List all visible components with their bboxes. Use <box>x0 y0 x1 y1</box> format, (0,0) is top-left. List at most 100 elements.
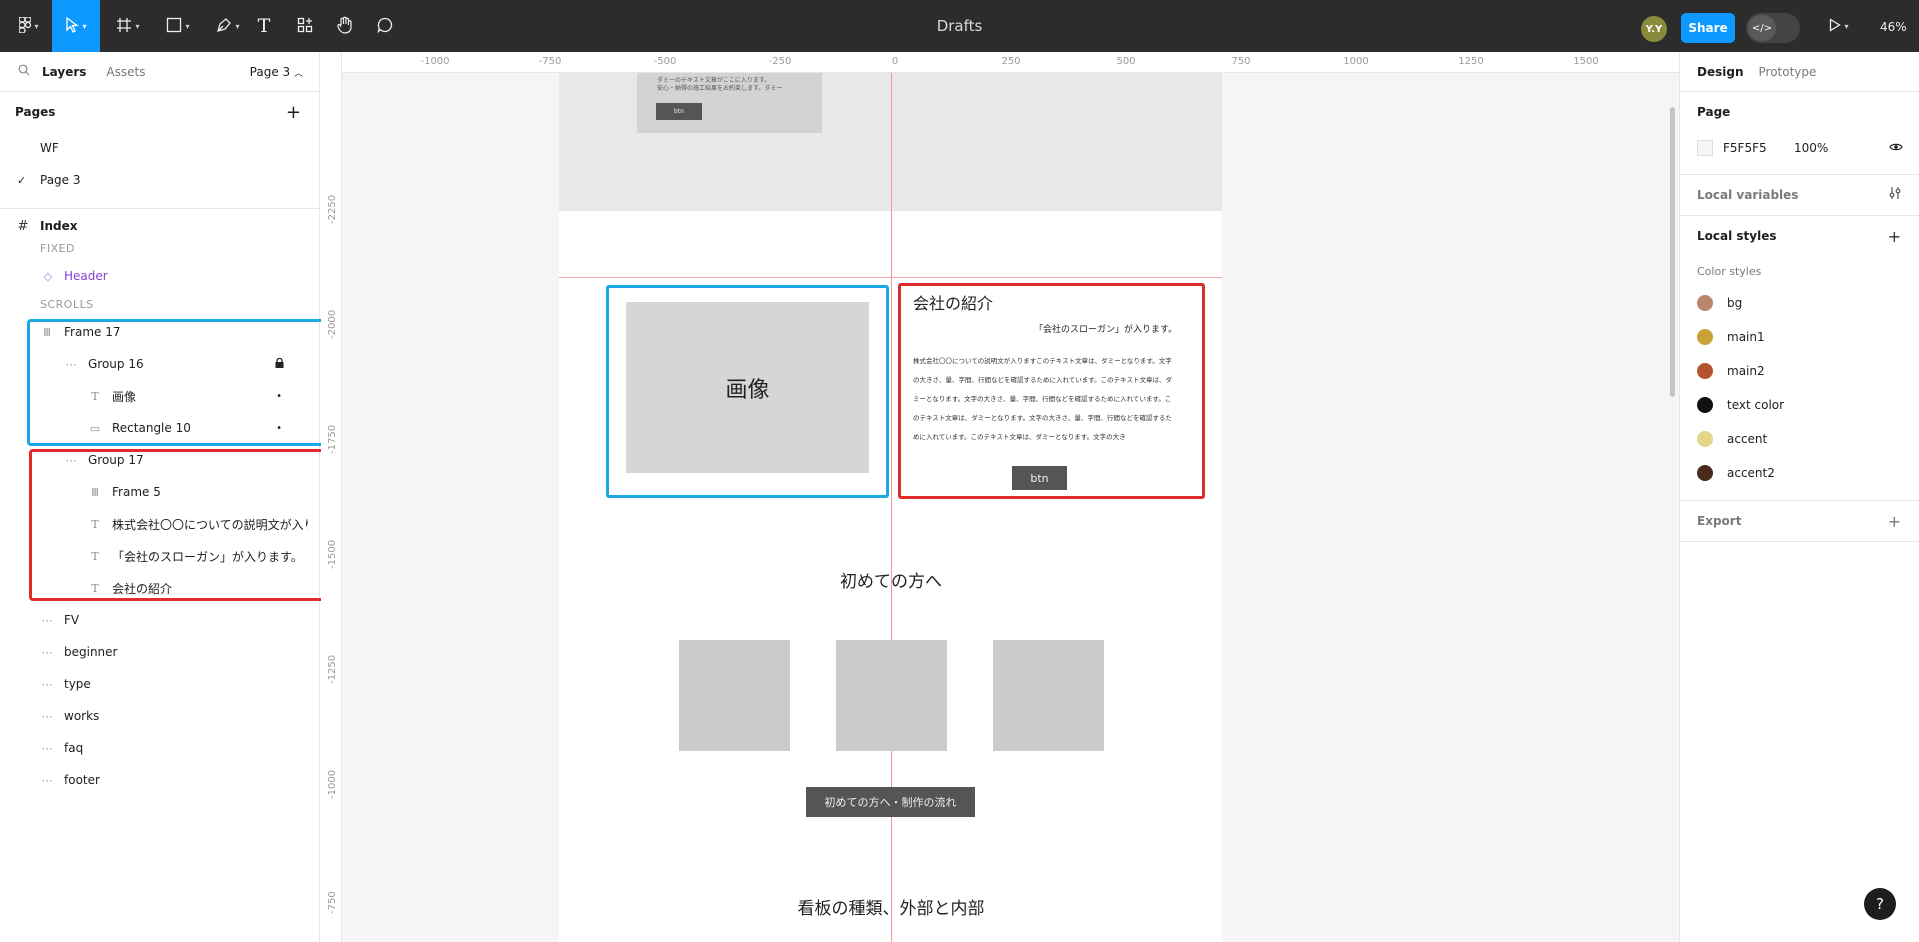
tab-layers[interactable]: Layers <box>42 65 86 79</box>
layer-fv[interactable]: ⋯ FV <box>0 604 320 636</box>
text-tool-button[interactable]: T <box>252 6 276 46</box>
export-row[interactable]: Export + <box>1680 501 1919 541</box>
beginner-card[interactable] <box>993 640 1104 751</box>
beginner-title[interactable]: 初めての方へ <box>738 567 1044 592</box>
zoom-level[interactable]: 46% <box>1880 20 1907 34</box>
tab-assets[interactable]: Assets <box>106 65 145 79</box>
page-opacity[interactable]: 100% <box>1794 141 1828 155</box>
color-style-item[interactable]: main2 <box>1680 354 1919 388</box>
color-style-item[interactable]: accent <box>1680 422 1919 456</box>
search-icon[interactable] <box>18 64 30 79</box>
canvas[interactable]: ダミーのテキスト文章がここに入ります。 安心・納得の施工結果をお約束します。ダミ… <box>321 52 1679 942</box>
pages-title: Pages <box>15 105 56 119</box>
pen-tool-button[interactable]: ▾ <box>208 6 248 46</box>
add-export-icon[interactable]: + <box>1888 512 1901 531</box>
ruler-x-label: -500 <box>653 56 677 67</box>
ruler-x-label: 500 <box>1116 56 1136 67</box>
sliders-icon[interactable] <box>1889 186 1901 204</box>
tab-prototype[interactable]: Prototype <box>1759 65 1817 79</box>
dev-mode-toggle[interactable]: </> <box>1746 13 1800 43</box>
add-page-icon[interactable]: + <box>286 102 301 123</box>
page-item-page3[interactable]: ✓ Page 3 <box>0 164 319 196</box>
eye-icon[interactable] <box>1889 141 1903 155</box>
page-section-title: Page <box>1697 105 1731 119</box>
tab-design[interactable]: Design <box>1697 65 1744 79</box>
chevron-down-icon: ▾ <box>34 21 39 31</box>
component-instance-icon: ◇ <box>43 269 53 283</box>
annotation-box-red <box>29 449 335 601</box>
beginner-card[interactable] <box>679 640 790 751</box>
page-picker[interactable]: Page 3 ︿ <box>250 65 303 79</box>
color-style-name: text color <box>1727 398 1785 412</box>
ruler-x-label: -1000 <box>420 56 450 67</box>
color-styles-label: Color styles <box>1697 264 1762 278</box>
add-style-icon[interactable]: + <box>1888 227 1901 246</box>
layer-header[interactable]: ◇ Header <box>0 260 320 292</box>
layer-type[interactable]: ⋯ type <box>0 668 320 700</box>
layer-faq[interactable]: ⋯ faq <box>0 732 320 764</box>
ruler-x-label: 1000 <box>1343 56 1369 67</box>
chevron-down-icon: ▾ <box>135 21 140 31</box>
frame-icon: # <box>17 218 29 234</box>
layer-works[interactable]: ⋯ works <box>0 700 320 732</box>
layer-footer[interactable]: ⋯ footer <box>0 764 320 796</box>
toolbar: ▾ ▾ ▾ ▾ ▾ T Drafts Y.Y Share </> ▾ 46% <box>0 0 1919 52</box>
text-icon: T <box>257 15 271 37</box>
document-title[interactable]: Drafts <box>0 17 1919 35</box>
fv-card[interactable]: ダミーのテキスト文章がここに入ります。 安心・納得の施工結果をお約束します。ダミ… <box>637 73 822 133</box>
local-styles-row: Local styles + <box>1680 216 1919 256</box>
beginner-card[interactable] <box>836 640 947 751</box>
local-styles-label: Local styles <box>1697 229 1777 243</box>
help-button[interactable]: ? <box>1864 888 1896 920</box>
ruler-y-label: -2250 <box>327 194 338 224</box>
ruler-x-label: 0 <box>891 56 899 67</box>
layer-name: footer <box>64 773 100 787</box>
page-name: WF <box>40 141 59 155</box>
color-style-item[interactable]: main1 <box>1680 320 1919 354</box>
ruler-horizontal: -1000 -750 -500 -250 0 250 500 750 1000 1250 1500 <box>321 52 1679 73</box>
move-tool-button[interactable]: ▾ <box>52 0 100 52</box>
layer-name: FV <box>64 613 80 627</box>
present-button[interactable]: ▾ <box>1822 6 1856 46</box>
ruler-x-label: 750 <box>1231 56 1251 67</box>
color-swatch <box>1697 431 1713 447</box>
scrollbar[interactable] <box>1670 107 1675 397</box>
local-variables-row[interactable]: Local variables <box>1680 175 1919 215</box>
color-style-item[interactable]: bg <box>1680 286 1919 320</box>
layer-index[interactable]: # Index <box>0 210 320 242</box>
comment-tool-button[interactable] <box>372 6 398 46</box>
page-fill-row[interactable]: F5F5F5 100% <box>1680 132 1919 164</box>
hand-tool-button[interactable] <box>332 6 358 46</box>
type-title[interactable]: 看板の種類、外部と内部 <box>738 894 1044 919</box>
ruler-y-label: -750 <box>327 891 338 914</box>
color-style-item[interactable]: text color <box>1680 388 1919 422</box>
fv-button[interactable]: btn <box>656 103 702 120</box>
layer-name: Header <box>64 269 108 283</box>
divider <box>0 208 319 209</box>
share-button[interactable]: Share <box>1681 13 1735 43</box>
color-style-item[interactable]: accent2 <box>1680 456 1919 490</box>
avatar[interactable]: Y.Y <box>1641 16 1667 42</box>
page-section: Page F5F5F5 100% <box>1680 92 1919 175</box>
frame-tool-button[interactable]: ▾ <box>108 6 148 46</box>
layer-name: faq <box>64 741 84 755</box>
layer-beginner[interactable]: ⋯ beginner <box>0 636 320 668</box>
main-menu-button[interactable]: ▾ <box>12 6 46 46</box>
ruler-y-label: -1250 <box>327 654 338 684</box>
page-color-swatch[interactable] <box>1697 140 1713 156</box>
layer-name: beginner <box>64 645 118 659</box>
beginner-button[interactable]: 初めての方へ・制作の流れ <box>806 787 975 817</box>
scrolls-label: SCROLLS <box>40 298 94 311</box>
annotation-box-red <box>898 283 1205 499</box>
pen-icon <box>216 17 232 36</box>
chevron-down-icon: ▾ <box>185 21 190 31</box>
resources-tool-button[interactable] <box>292 6 318 46</box>
fv-card-text: ダミーのテキスト文章がここに入ります。 安心・納得の施工結果をお約束します。ダミ… <box>657 77 783 92</box>
pages-header: Pages + <box>0 92 319 132</box>
local-variables-label: Local variables <box>1697 188 1799 202</box>
page-item-wf[interactable]: WF <box>0 132 319 164</box>
shape-tool-button[interactable]: ▾ <box>158 6 198 46</box>
local-styles-section: Local styles + Color styles bg main1 main2… <box>1680 216 1919 501</box>
resources-icon <box>297 17 313 36</box>
page-color-hex[interactable]: F5F5F5 <box>1723 141 1767 155</box>
